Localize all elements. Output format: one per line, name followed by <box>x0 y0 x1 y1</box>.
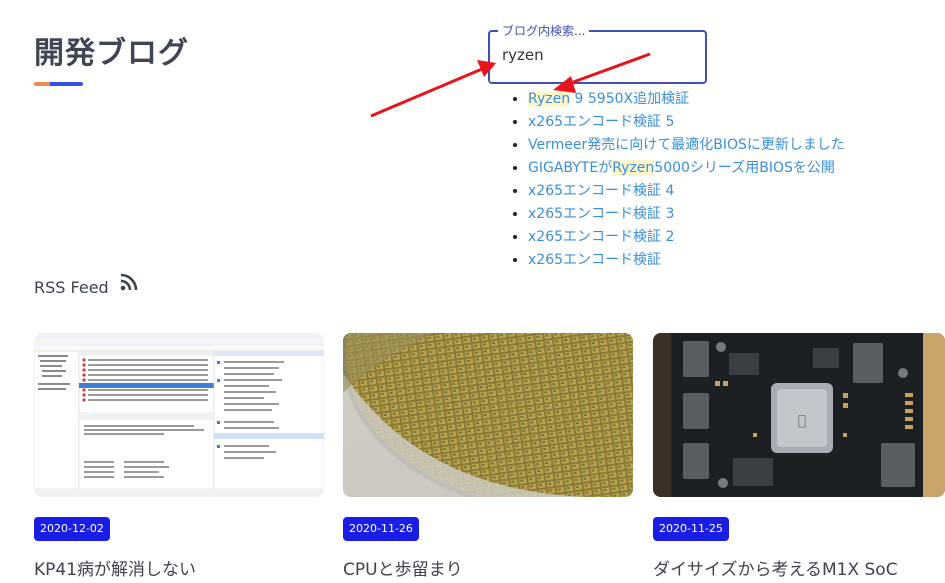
rss-feed-link[interactable]: RSS Feed <box>34 273 138 301</box>
search-result-item[interactable]: Vermeer発売に向けて最適化BIOSに更新しました <box>528 134 845 157</box>
search-legend: ブログ内検索... <box>498 22 590 39</box>
rss-icon <box>120 273 138 290</box>
underline-orange-segment <box>34 82 50 86</box>
rss-feed-label: RSS Feed <box>34 278 109 297</box>
search-box[interactable]: ブログ内検索... <box>488 22 707 84</box>
card-thumbnail <box>34 333 324 497</box>
search-highlight: Ryzen <box>528 91 571 107</box>
search-result-item[interactable]: x265エンコード検証 5 <box>528 111 845 134</box>
card-thumbnail:  <box>653 333 945 497</box>
title-underline <box>34 82 83 86</box>
search-result-link[interactable]: GIGABYTEがRyzen5000シリーズ用BIOSを公開 <box>528 160 835 176</box>
event-viewer-screenshot[interactable] <box>34 333 324 497</box>
page: 開発ブログ ブログ内検索... Ryzen 9 5950X追加検証 x265エン… <box>0 0 945 583</box>
search-result-item[interactable]: Ryzen 9 5950X追加検証 <box>528 88 845 111</box>
silicon-wafer-photo[interactable] <box>343 333 633 497</box>
red-arrow-left <box>370 60 496 118</box>
article-card[interactable]: 2020-12-02 KP41病が解消しない <box>34 333 324 580</box>
search-result-link[interactable]: x265エンコード検証 4 <box>528 183 674 199</box>
search-result-item[interactable]: x265エンコード検証 2 <box>528 226 845 249</box>
card-thumbnail <box>343 333 633 497</box>
search-result-item[interactable]: x265エンコード検証 4 <box>528 180 845 203</box>
date-badge: 2020-11-26 <box>343 517 419 541</box>
search-result-link[interactable]: x265エンコード検証 <box>528 252 661 268</box>
search-highlight: Ryzen <box>612 160 655 176</box>
article-card[interactable]: 2020-11-26 CPUと歩留まり <box>343 333 633 580</box>
date-badge: 2020-11-25 <box>653 517 729 541</box>
search-result-link[interactable]: Ryzen 9 5950X追加検証 <box>528 91 689 107</box>
article-title[interactable]: KP41病が解消しない <box>34 555 196 580</box>
search-result-item[interactable]: GIGABYTEがRyzen5000シリーズ用BIOSを公開 <box>528 157 845 180</box>
underline-blue-segment <box>50 82 83 86</box>
m1-logic-board-photo[interactable]:  <box>653 333 945 497</box>
date-badge: 2020-12-02 <box>34 517 110 541</box>
search-result-link[interactable]: x265エンコード検証 2 <box>528 229 674 245</box>
search-results-list: Ryzen 9 5950X追加検証 x265エンコード検証 5 Vermeer発… <box>511 88 845 272</box>
search-result-item[interactable]: x265エンコード検証 3 <box>528 203 845 226</box>
search-result-link[interactable]: Vermeer発売に向けて最適化BIOSに更新しました <box>528 137 845 153</box>
article-title[interactable]: CPUと歩留まり <box>343 555 463 580</box>
article-card[interactable]:  2020-11-25 ダイサイズから考えるM1X SoC <box>653 333 945 580</box>
search-input[interactable] <box>502 46 692 64</box>
search-result-item[interactable]: x265エンコード検証 <box>528 249 845 272</box>
page-title: 開発ブログ <box>34 36 189 71</box>
article-title[interactable]: ダイサイズから考えるM1X SoC <box>653 555 898 580</box>
search-result-link[interactable]: x265エンコード検証 3 <box>528 206 674 222</box>
search-result-link[interactable]: x265エンコード検証 5 <box>528 114 674 130</box>
svg-text::  <box>798 413 806 429</box>
